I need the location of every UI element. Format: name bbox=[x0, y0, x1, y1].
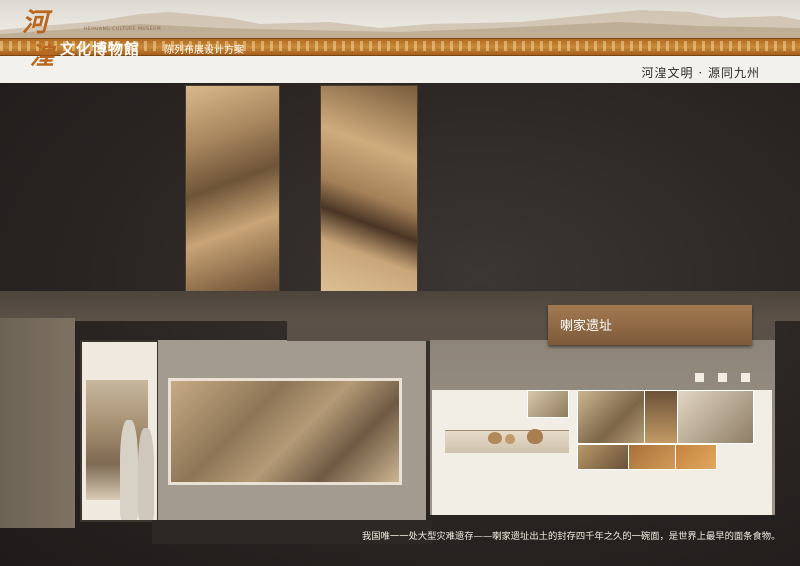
pottery-artifact bbox=[505, 434, 515, 444]
visitor-figure-1 bbox=[120, 420, 138, 520]
page-subtitle: 陈列布展设计方案 bbox=[164, 45, 244, 56]
logo-char-2: 湟 bbox=[30, 41, 54, 70]
thumbnail-photo bbox=[577, 390, 645, 444]
title-english: HEHUANG CULTURE MUSEUM bbox=[84, 27, 162, 32]
decor-square bbox=[741, 373, 750, 382]
thumbnail-photo bbox=[675, 444, 717, 470]
header: 河 湟 HEHUANG CULTURE MUSEUM 文化博物館 陈列布展设计方… bbox=[0, 0, 800, 83]
site-sign-label: 喇家遗址 bbox=[560, 319, 613, 334]
left-wall bbox=[0, 318, 75, 528]
pottery-artifact bbox=[488, 432, 502, 444]
decor-square bbox=[718, 373, 727, 382]
slogan: 河湟文明 · 源同九州 bbox=[641, 66, 760, 80]
thumbnail-photo bbox=[577, 444, 629, 470]
mountain-ridge-image bbox=[0, 10, 800, 38]
thumbnail-photo bbox=[644, 390, 678, 444]
thumbnail-photo bbox=[527, 390, 569, 418]
thumbnail-photo bbox=[677, 390, 754, 444]
pottery-artifact bbox=[527, 429, 543, 444]
thumbnail-photo bbox=[628, 444, 676, 470]
excavation-site-photo bbox=[168, 378, 402, 485]
excavation-photo-right bbox=[320, 85, 418, 303]
exhibit-caption: 我国唯一一处大型灾难遗存——喇家遗址出土的封存四千年之久的一碗面，是世界上最早的… bbox=[362, 531, 781, 542]
visitor-figure-2 bbox=[138, 428, 154, 520]
logo-char-1: 河 bbox=[22, 8, 49, 38]
excavation-photo-left bbox=[185, 85, 280, 303]
decor-square bbox=[695, 373, 704, 382]
page-title: 文化博物館 bbox=[60, 40, 141, 58]
